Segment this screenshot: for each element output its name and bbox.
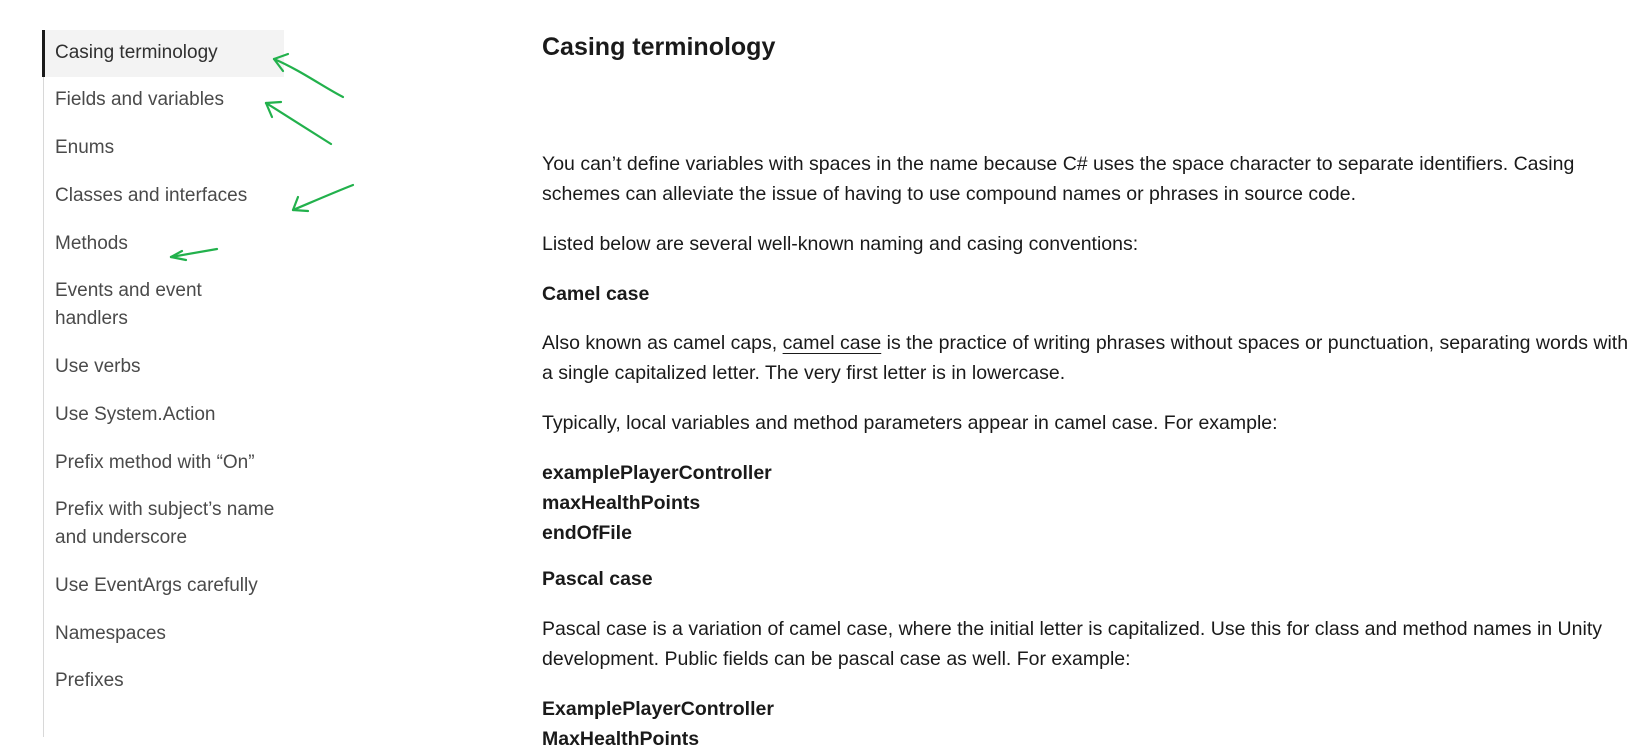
- page-title: Casing terminology: [542, 33, 776, 61]
- pascal-example: ExamplePlayerController: [542, 698, 774, 720]
- camel-example: endOfFile: [542, 522, 632, 544]
- toc-item-prefix-method-with-on[interactable]: Prefix method with “On”: [44, 449, 286, 477]
- toc-item-use-system-action[interactable]: Use System.Action: [44, 401, 286, 429]
- toc-item-methods[interactable]: Methods: [44, 230, 286, 258]
- pascal-example: MaxHealthPoints: [542, 728, 700, 750]
- toc-item-label: Use EventArgs carefully: [55, 575, 258, 596]
- annotation-arrow-icon: [291, 183, 355, 213]
- pascal-case-heading: Pascal case: [542, 568, 653, 590]
- camel-case-examples: examplePlayerController maxHealthPoints …: [542, 458, 772, 548]
- toc-item-prefixes[interactable]: Prefixes: [44, 667, 286, 695]
- toc-item-use-eventargs-carefully[interactable]: Use EventArgs carefully: [44, 572, 286, 600]
- camel-example: examplePlayerController: [542, 462, 772, 484]
- pascal-case-description: Pascal case is a variation of camel case…: [542, 618, 1602, 670]
- toc-item-label: Enums: [55, 137, 115, 158]
- toc-item-use-verbs[interactable]: Use verbs: [44, 353, 286, 381]
- toc-item-label: Use verbs: [55, 356, 141, 377]
- toc-item-prefix-with-subject-name[interactable]: Prefix with subject’s name and underscor…: [44, 496, 286, 552]
- toc-item-label: Methods: [55, 233, 128, 254]
- toc-item-enums[interactable]: Enums: [44, 134, 286, 162]
- camel-case-link[interactable]: camel case: [783, 332, 882, 354]
- camel-case-desc-before: Also known as camel caps,: [542, 332, 783, 354]
- toc-item-label: Namespaces: [55, 623, 166, 644]
- table-of-contents: Casing terminology Fields and variables …: [42, 30, 286, 737]
- toc-item-label: Prefix with subject’s name and underscor…: [55, 499, 275, 548]
- pascal-case-examples: ExamplePlayerController MaxHealthPoints: [542, 694, 774, 754]
- camel-example: maxHealthPoints: [542, 492, 701, 514]
- intro-paragraph: You can’t define variables with spaces i…: [542, 153, 1575, 205]
- toc-item-namespaces[interactable]: Namespaces: [44, 620, 286, 648]
- toc-item-events-and-event-handlers[interactable]: Events and event handlers: [44, 277, 286, 333]
- toc-item-label: Prefix method with “On”: [55, 452, 255, 473]
- toc-item-label: Casing terminology: [55, 42, 218, 63]
- toc-item-fields-and-variables[interactable]: Fields and variables: [44, 86, 286, 114]
- toc-item-label: Classes and interfaces: [55, 185, 248, 206]
- toc-item-casing-terminology[interactable]: Casing terminology: [42, 30, 284, 77]
- toc-item-label: Events and event handlers: [55, 280, 202, 329]
- conventions-intro: Listed below are several well-known nami…: [542, 233, 1139, 255]
- camel-case-heading: Camel case: [542, 283, 650, 305]
- toc-item-label: Fields and variables: [55, 89, 224, 110]
- camel-case-description: Also known as camel caps, camel case is …: [542, 328, 1637, 388]
- toc-item-label: Use System.Action: [55, 404, 216, 425]
- camel-case-usage: Typically, local variables and method pa…: [542, 412, 1278, 434]
- toc-item-classes-and-interfaces[interactable]: Classes and interfaces: [44, 182, 286, 210]
- toc-item-label: Prefixes: [55, 670, 124, 691]
